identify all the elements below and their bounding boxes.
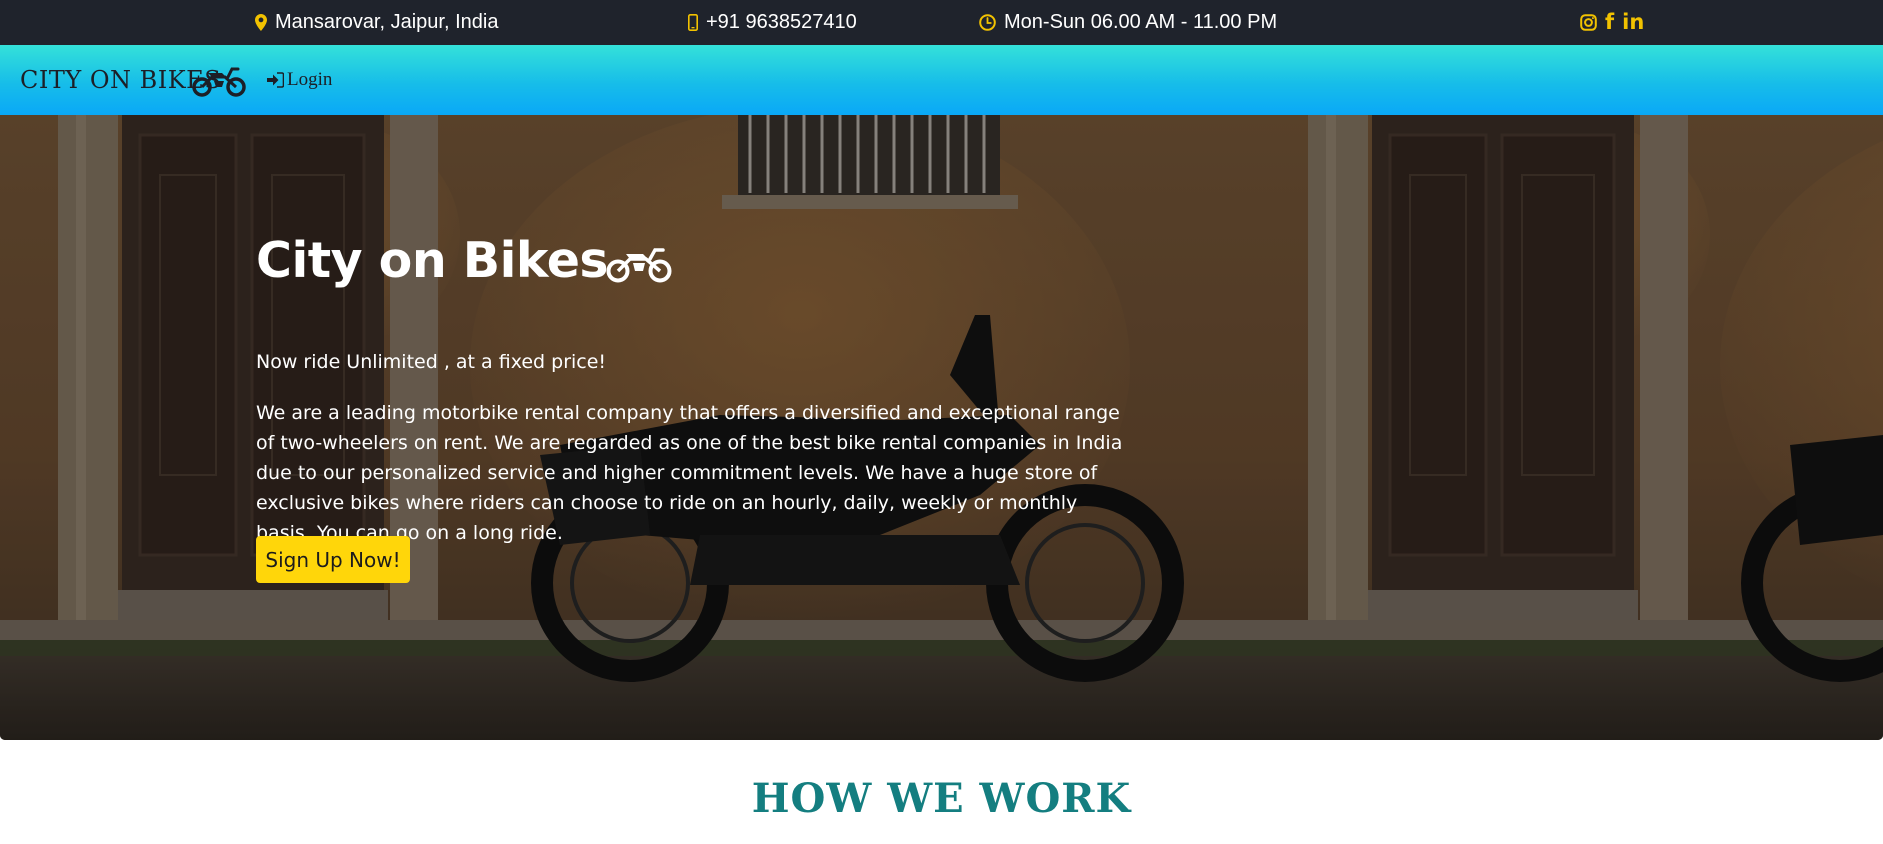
hero-banner: City on Bikes Now ride Unlimited , at a … bbox=[0, 115, 1883, 740]
navbar: CITY ON BIKES Login bbox=[0, 45, 1883, 115]
facebook-icon[interactable]: f bbox=[1605, 12, 1614, 33]
hero-title: City on Bikes bbox=[256, 232, 609, 289]
location-text: Mansarovar, Jaipur, India bbox=[275, 11, 499, 33]
top-info-bar: Mansarovar, Jaipur, India +91 9638527410… bbox=[0, 0, 1883, 45]
hours-info: Mon-Sun 06.00 AM - 11.00 PM bbox=[979, 0, 1277, 45]
sign-in-icon bbox=[267, 72, 284, 88]
motorcycle-icon bbox=[192, 67, 246, 97]
clock-icon bbox=[979, 14, 996, 31]
motorcycle-icon bbox=[606, 248, 672, 283]
location-info: Mansarovar, Jaipur, India bbox=[255, 0, 498, 45]
hero-tagline: Now ride Unlimited , at a fixed price! bbox=[256, 351, 607, 373]
hero-description: We are a leading motorbike rental compan… bbox=[256, 402, 1123, 544]
brand-logo-text[interactable]: CITY ON BIKES bbox=[20, 45, 221, 115]
map-marker-icon bbox=[255, 14, 267, 31]
login-label: Login bbox=[287, 69, 333, 90]
phone-info[interactable]: +91 9638527410 bbox=[688, 0, 857, 45]
linkedin-icon[interactable]: in bbox=[1622, 12, 1644, 33]
social-links: f in bbox=[1580, 0, 1644, 45]
section-heading-how-we-work: HOW WE WORK bbox=[751, 775, 1132, 822]
hours-text: Mon-Sun 06.00 AM - 11.00 PM bbox=[1004, 11, 1278, 33]
mobile-phone-icon bbox=[688, 14, 698, 31]
instagram-icon[interactable] bbox=[1580, 14, 1597, 31]
login-link[interactable]: Login bbox=[267, 45, 332, 115]
phone-text: +91 9638527410 bbox=[706, 11, 857, 33]
sign-up-button[interactable]: Sign Up Now! bbox=[256, 536, 410, 583]
